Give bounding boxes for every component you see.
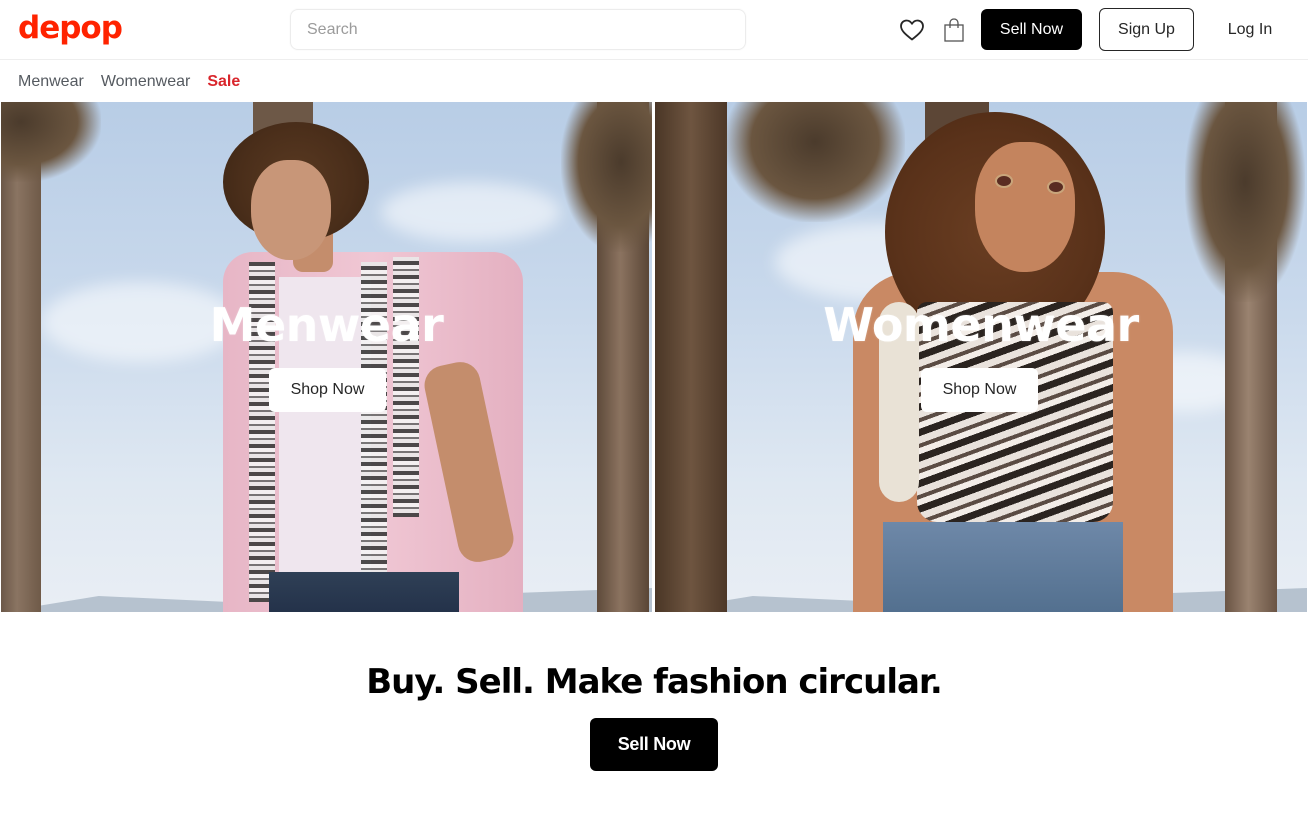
category-nav: Menwear Womenwear Sale bbox=[0, 61, 1308, 102]
hero-panel-womenwear[interactable]: Womenwear Shop Now bbox=[655, 102, 1307, 612]
hero-title-menwear: Menwear bbox=[209, 298, 444, 352]
search-input[interactable] bbox=[290, 9, 746, 50]
log-in-button[interactable]: Log In bbox=[1214, 9, 1286, 50]
site-header: depop Sell Now Sign Up Log In bbox=[0, 0, 1308, 60]
palm-fronds bbox=[561, 102, 652, 252]
nav-womenwear[interactable]: Womenwear bbox=[101, 62, 191, 102]
heart-icon-svg bbox=[900, 19, 924, 41]
nav-menwear[interactable]: Menwear bbox=[18, 62, 84, 102]
shopping-bag-icon[interactable] bbox=[940, 16, 968, 44]
palm-trunk bbox=[655, 102, 727, 612]
palm-fronds bbox=[1, 102, 101, 182]
shop-now-menwear-button[interactable]: Shop Now bbox=[269, 368, 386, 412]
hero-title-womenwear: Womenwear bbox=[823, 298, 1139, 352]
hero-section: Menwear Shop Now Womenwear Shop Now bbox=[0, 102, 1308, 612]
nav-sale[interactable]: Sale bbox=[207, 62, 240, 102]
sign-up-button[interactable]: Sign Up bbox=[1099, 8, 1194, 51]
heart-icon[interactable] bbox=[898, 16, 926, 44]
palm-fronds bbox=[725, 102, 905, 222]
hero-panel-menwear[interactable]: Menwear Shop Now bbox=[1, 102, 652, 612]
cloud bbox=[381, 182, 561, 242]
shop-now-womenwear-button[interactable]: Shop Now bbox=[921, 368, 1038, 412]
depop-logo[interactable]: depop bbox=[18, 8, 123, 48]
sell-now-button[interactable]: Sell Now bbox=[981, 9, 1082, 50]
palm-fronds bbox=[1185, 102, 1305, 302]
shopping-bag-icon-svg bbox=[944, 18, 964, 42]
promo-sell-now-button[interactable]: Sell Now bbox=[590, 718, 718, 771]
promo-tagline: Buy. Sell. Make fashion circular. bbox=[366, 662, 943, 702]
